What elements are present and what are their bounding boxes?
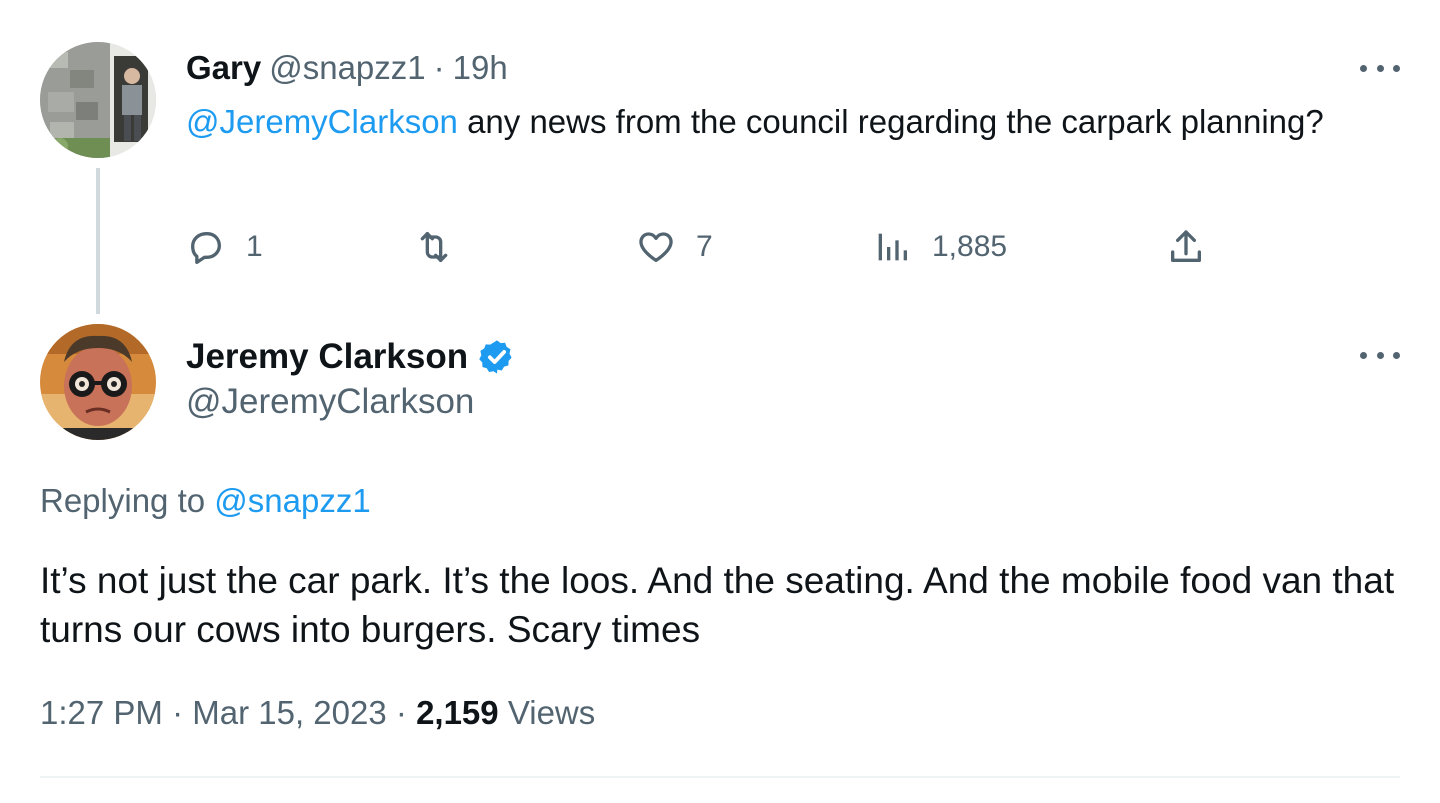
main-author-handle[interactable]: @JeremyClarkson [186, 382, 474, 422]
tweet-thread: Gary @snapzz1 · 19h @JeremyClarkson any … [0, 0, 1440, 803]
thread-connector-line [96, 168, 100, 314]
more-dots-icon[interactable] [1360, 58, 1400, 78]
parent-tweet-actions: 1 7 1,885 [186, 224, 1226, 270]
parent-tweet-text: @JeremyClarkson any news from the counci… [186, 98, 1336, 146]
reply-icon [191, 232, 221, 264]
meta-separator-2: · [395, 694, 407, 731]
views-label: Views [507, 694, 596, 731]
heart-icon [639, 232, 673, 262]
reply-count: 1 [246, 230, 263, 263]
retweet-icon [420, 232, 448, 262]
parent-tweet-body: any news from the council regarding the … [457, 103, 1324, 140]
replying-to-link[interactable]: @snapzz1 [214, 482, 370, 519]
main-author-name[interactable]: Jeremy Clarkson [186, 337, 468, 377]
reply-button[interactable]: 1 [186, 224, 263, 270]
parent-timestamp[interactable]: 19h [453, 49, 508, 87]
avatar-gary[interactable] [40, 42, 156, 158]
mention-link[interactable]: @JeremyClarkson [186, 103, 458, 140]
retweet-button[interactable] [414, 224, 474, 270]
replying-to-line: Replying to @snapzz1 [40, 482, 371, 520]
like-button[interactable]: 7 [636, 224, 713, 270]
replying-prefix: Replying to [40, 482, 206, 519]
tweet-date[interactable]: Mar 15, 2023 [192, 694, 386, 731]
parent-author-handle[interactable]: @snapzz1 [269, 49, 425, 87]
more-dots-icon[interactable] [1360, 345, 1400, 365]
parent-author-name[interactable]: Gary [186, 49, 261, 87]
tweet-time[interactable]: 1:27 PM [40, 694, 163, 731]
share-button[interactable] [1166, 224, 1206, 270]
header-separator: · [433, 49, 445, 86]
parent-tweet-header: Gary @snapzz1 · 19h [186, 48, 508, 88]
views-total: 2,159 [416, 694, 499, 731]
tweet-meta: 1:27 PM · Mar 15, 2023 · 2,159 Views [40, 694, 595, 732]
like-count: 7 [696, 230, 713, 263]
meta-separator-1: · [172, 694, 184, 731]
views-count: 1,885 [932, 230, 1008, 263]
divider [40, 776, 1400, 778]
verified-badge-icon[interactable] [478, 338, 516, 376]
views-chart-icon [878, 233, 907, 261]
share-icon [1171, 230, 1201, 262]
avatar-jeremy-clarkson[interactable] [40, 324, 156, 440]
views-button[interactable]: 1,885 [872, 224, 1007, 270]
main-tweet-text: It’s not just the car park. It’s the loo… [40, 560, 1395, 650]
main-author-name-row: Jeremy Clarkson [186, 334, 516, 380]
